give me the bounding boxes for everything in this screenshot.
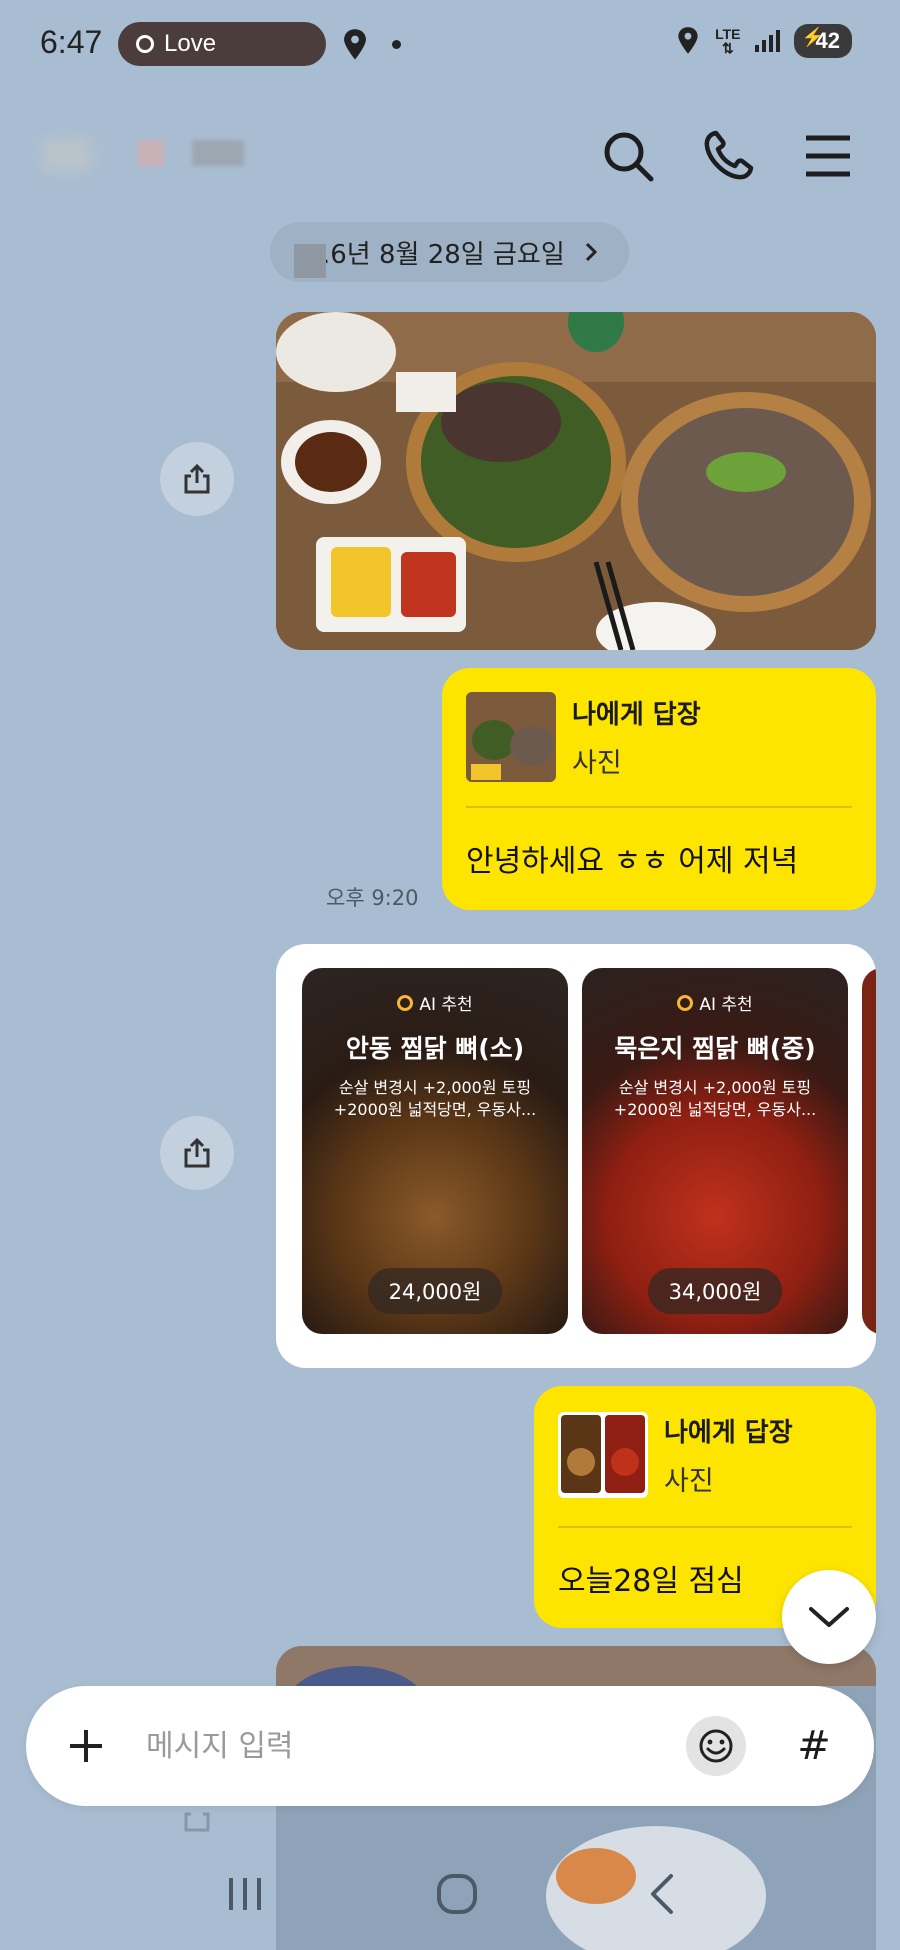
search-icon[interactable]	[600, 128, 656, 184]
phone-icon[interactable]	[700, 128, 756, 184]
status-icons: LTE ⇅ ⚡ 42	[675, 24, 852, 58]
menu-card-peek[interactable]	[862, 968, 876, 1334]
date-redaction	[294, 244, 326, 278]
ai-ring-icon	[677, 994, 694, 1011]
message-input[interactable]	[146, 1718, 666, 1774]
now-playing-title: Love	[164, 30, 217, 57]
plus-icon	[70, 1730, 102, 1762]
notification-dot-icon	[392, 40, 401, 49]
lte-indicator: LTE ⇅	[715, 26, 741, 56]
food-photo-illustration	[276, 312, 876, 650]
share-icon	[184, 1137, 210, 1168]
date-divider-label: .6년 8월 28일 금요일	[322, 239, 565, 270]
attach-button[interactable]	[48, 1708, 124, 1784]
menu-card[interactable]: AI 추천 안동 찜닭 뼈(소) 순살 변경시 +2,000원 토핑 +2000…	[302, 968, 568, 1334]
share-button[interactable]	[160, 1116, 234, 1190]
battery-indicator: ⚡ 42	[793, 24, 852, 58]
scroll-down-button[interactable]	[782, 1570, 876, 1664]
signal-icon	[754, 30, 780, 52]
ai-badge: AI 추천	[302, 990, 568, 1015]
chevron-down-icon	[809, 1607, 849, 1627]
header-actions	[600, 128, 856, 184]
home-icon[interactable]	[433, 1870, 481, 1918]
message-bubble[interactable]: 나에게 답장 사진 안녕하세요 ㅎㅎ 어제 저녁	[442, 668, 876, 910]
reply-divider	[558, 1526, 852, 1528]
reply-divider	[466, 806, 852, 808]
chat-name-blurred	[192, 140, 244, 166]
status-time: 6:47	[40, 24, 103, 60]
location-pin-icon	[344, 29, 366, 60]
back-icon[interactable]	[647, 1872, 677, 1916]
reply-thumbnail	[466, 692, 556, 782]
food-photo[interactable]	[276, 312, 876, 650]
chat-name-blurred	[138, 140, 164, 166]
share-button[interactable]	[160, 442, 234, 516]
menu-card-price: 34,000원	[648, 1268, 782, 1314]
message-text: 안녕하세요 ㅎㅎ 어제 저녁	[466, 844, 799, 879]
system-nav-bar	[0, 1862, 900, 1926]
reply-title: 나에게 답장	[664, 1418, 793, 1448]
menu-card-desc: 순살 변경시 +2,000원 토핑 +2000원 넓적당면, 우동사...	[333, 1078, 537, 1119]
smiley-icon	[699, 1729, 733, 1763]
share-icon	[184, 463, 210, 494]
chevron-right-icon	[585, 242, 597, 262]
message-text: 오늘28일 점심	[558, 1564, 744, 1599]
music-disc-icon	[136, 35, 154, 53]
menu-card-price: 24,000원	[368, 1268, 502, 1314]
reply-subtitle: 사진	[572, 748, 622, 779]
ai-badge: AI 추천	[582, 990, 848, 1015]
menu-card[interactable]: AI 추천 묵은지 찜닭 뼈(중) 순살 변경시 +2,000원 토핑 +200…	[582, 968, 848, 1334]
menu-card-carousel[interactable]: AI 추천 안동 찜닭 뼈(소) 순살 변경시 +2,000원 토핑 +2000…	[276, 944, 876, 1368]
menu-card-name: 안동 찜닭 뼈(소)	[345, 1034, 525, 1063]
recent-apps-icon[interactable]	[223, 1874, 267, 1914]
emoji-button[interactable]	[686, 1716, 746, 1776]
now-playing-pill[interactable]: Love	[118, 22, 326, 66]
reply-thumbnail	[558, 1412, 648, 1498]
menu-icon[interactable]	[800, 128, 856, 184]
menu-card-desc: 순살 변경시 +2,000원 토핑 +2000원 넓적당면, 우동사...	[613, 1078, 817, 1119]
reply-subtitle: 사진	[664, 1466, 714, 1497]
ai-ring-icon	[397, 994, 414, 1011]
message-timestamp: 오후 9:20	[326, 886, 419, 910]
date-divider[interactable]: .6년 8월 28일 금요일	[270, 222, 629, 282]
reply-title: 나에게 답장	[572, 700, 701, 730]
hashtag-button[interactable]: #	[776, 1708, 852, 1784]
menu-card-name: 묵은지 찜닭 뼈(중)	[614, 1034, 816, 1063]
location-icon	[678, 27, 698, 54]
reply-preview[interactable]: 나에게 답장 사진	[558, 1412, 793, 1498]
chat-avatar[interactable]	[42, 138, 92, 172]
reply-preview[interactable]: 나에게 답장 사진	[466, 692, 701, 782]
